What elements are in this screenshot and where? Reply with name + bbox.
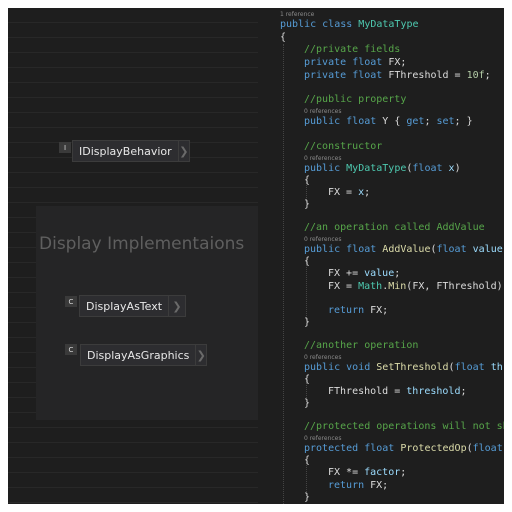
chevron-right-icon[interactable]: ❯ bbox=[168, 296, 185, 316]
code-line-fx: private float FX; bbox=[304, 57, 407, 68]
node-displayastext[interactable]: DisplayAsText ❯ bbox=[79, 295, 186, 317]
indent-guide bbox=[306, 462, 307, 496]
code-line: } bbox=[304, 199, 311, 210]
code-line-add-body: FX += value; bbox=[328, 268, 401, 279]
class-badge-icon: C bbox=[65, 344, 77, 355]
code-line-class-decl: public class MyDataType bbox=[280, 19, 419, 30]
class-badge-icon: C bbox=[65, 296, 77, 307]
group-title: Display Implementaions bbox=[39, 234, 245, 254]
node-label: DisplayAsText bbox=[86, 299, 163, 313]
codelens-references[interactable]: 0 references bbox=[304, 108, 342, 115]
code-comment: //public property bbox=[304, 94, 407, 105]
codelens-references[interactable]: 0 references bbox=[304, 354, 342, 361]
code-line-addvalue: public float AddValue(float value) bbox=[304, 244, 504, 255]
interface-badge-icon: I bbox=[59, 142, 71, 153]
code-line-protectedop: protected float ProtectedOp(float fac bbox=[304, 443, 503, 454]
chevron-right-icon[interactable]: ❯ bbox=[177, 141, 189, 161]
code-line-prot-body: FX *= factor; bbox=[328, 467, 407, 478]
code-line-fthreshold: private float FThreshold = 10f; bbox=[304, 70, 491, 81]
codelens-references[interactable]: 0 references bbox=[304, 435, 342, 442]
indent-guide bbox=[283, 44, 284, 504]
node-label: DisplayAsGraphics bbox=[87, 348, 190, 362]
indent-guide bbox=[306, 262, 307, 322]
code-comment: //another operation bbox=[304, 340, 419, 351]
code-editor[interactable]: 1 reference public class MyDataType { //… bbox=[260, 8, 504, 504]
code-line: { bbox=[304, 455, 311, 466]
code-line-ctor: public MyDataType(float x) bbox=[304, 163, 461, 174]
codelens-references[interactable]: 1 reference bbox=[280, 11, 314, 18]
code-line-setthreshold: public void SetThreshold(float thres bbox=[304, 362, 504, 373]
code-comment: //protected operations will not show bbox=[304, 421, 504, 432]
code-line: } bbox=[304, 317, 311, 328]
code-line: { bbox=[304, 256, 311, 267]
node-label: IDisplayBehavior bbox=[79, 144, 172, 158]
node-displayasgraphics[interactable]: DisplayAsGraphics ❯ bbox=[80, 344, 207, 366]
app-frame: Display Implementaions I IDisplayBehavio… bbox=[8, 8, 504, 504]
code-line: { bbox=[280, 32, 287, 43]
code-line-y-prop: public float Y { get; set; } bbox=[304, 116, 473, 127]
codelens-references[interactable]: 0 references bbox=[304, 155, 342, 162]
code-line: } bbox=[304, 398, 311, 409]
code-line: } bbox=[304, 492, 311, 503]
code-comment: //private fields bbox=[304, 44, 401, 55]
code-line-return: return FX; bbox=[328, 305, 389, 316]
code-line-add-body: FX = Math.Min(FX, FThreshold); bbox=[328, 281, 504, 292]
code-line-ctor-body: FX = x; bbox=[328, 187, 371, 198]
chevron-right-icon[interactable]: ❯ bbox=[195, 345, 206, 365]
code-comment: //an operation called AddValue bbox=[304, 222, 485, 233]
code-comment: //constructor bbox=[304, 141, 383, 152]
code-line-set-body: FThreshold = threshold; bbox=[328, 386, 467, 397]
code-line: { bbox=[304, 374, 311, 385]
codelens-references[interactable]: 0 references bbox=[304, 236, 342, 243]
node-idisplaybehavior[interactable]: IDisplayBehavior ❯ bbox=[72, 140, 190, 162]
class-designer-canvas[interactable]: Display Implementaions I IDisplayBehavio… bbox=[8, 8, 258, 504]
code-line: { bbox=[304, 175, 311, 186]
code-line-return: return FX; bbox=[328, 480, 389, 491]
